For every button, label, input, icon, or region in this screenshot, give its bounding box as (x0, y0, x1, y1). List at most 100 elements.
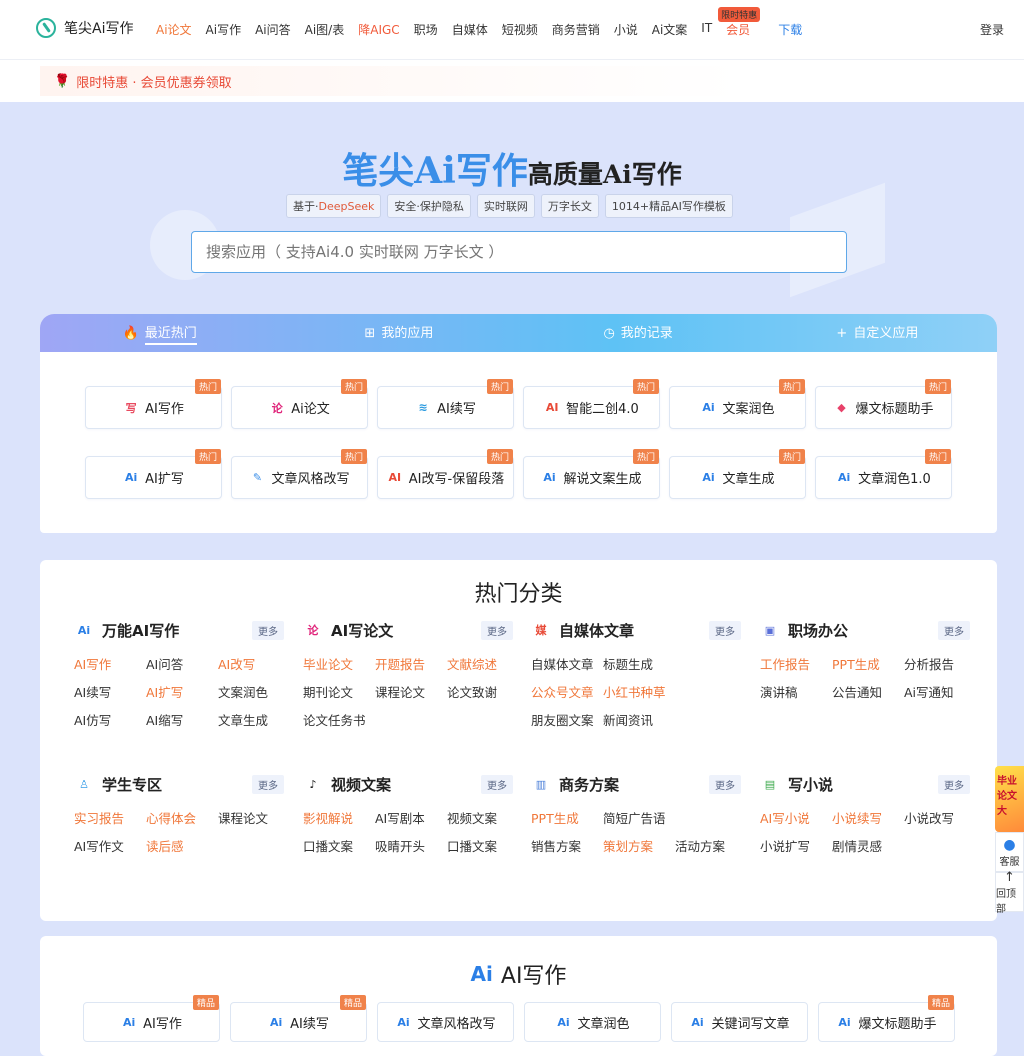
nav-item[interactable]: Ai文案 (652, 21, 688, 38)
app-card[interactable]: Ai 文章生成 热门 (669, 449, 806, 499)
category-title[interactable]: 视频文案 (331, 774, 391, 795)
customer-service-button[interactable]: ● 客服 (995, 832, 1024, 872)
category-link[interactable]: AI缩写 (146, 710, 218, 729)
nav-item[interactable]: Ai问答 (255, 21, 291, 38)
category-link[interactable]: 心得体会 (146, 808, 218, 827)
category-link[interactable]: 开题报告 (375, 654, 447, 673)
nav-item[interactable]: 小说 (614, 21, 638, 38)
category-link[interactable]: 期刊论文 (303, 682, 375, 701)
nav-item[interactable]: IT (701, 21, 712, 38)
app-card[interactable]: ≋ AI续写 热门 (377, 379, 514, 429)
category-link[interactable]: AI写小说 (760, 808, 832, 827)
nav-item[interactable]: 会员 (726, 23, 750, 37)
category-link[interactable]: 课程论文 (375, 682, 447, 701)
category-link[interactable]: 小说改写 (904, 808, 976, 827)
app-card[interactable]: Ai 关键词写文章 (671, 1002, 808, 1042)
category-title[interactable]: AI写论文 (331, 620, 393, 641)
category-link[interactable]: 小红书种草 (603, 682, 675, 701)
nav-item[interactable]: 降AIGC (358, 21, 399, 38)
category-link[interactable]: 论文任务书 (303, 710, 375, 729)
app-card[interactable]: 论 Ai论文 热门 (231, 379, 368, 429)
tab-grid[interactable]: ⊞ 我的应用 (279, 314, 518, 352)
app-card[interactable]: Ai 爆文标题助手 精品 (818, 995, 955, 1042)
app-card[interactable]: ✎ 文章风格改写 热门 (231, 449, 368, 499)
more-button[interactable]: 更多 (938, 775, 970, 794)
category-link[interactable]: 策划方案 (603, 836, 675, 855)
app-card[interactable]: AI 智能二创4.0 热门 (523, 379, 660, 429)
nav-item[interactable]: 短视频 (502, 21, 538, 38)
category-link[interactable]: 分析报告 (904, 654, 976, 673)
app-card[interactable]: Ai 文章风格改写 (377, 1002, 514, 1042)
vip-nav-wrap[interactable]: 限时特惠 会员 (718, 7, 764, 38)
category-title[interactable]: 自媒体文章 (559, 620, 634, 641)
category-link[interactable]: AI续写 (74, 682, 146, 701)
nav-item[interactable]: 下载 (778, 21, 802, 38)
search-input[interactable] (192, 232, 846, 272)
category-link[interactable]: AI扩写 (146, 682, 218, 701)
app-card[interactable]: AI AI改写-保留段落 热门 (377, 449, 514, 499)
nav-item[interactable]: 商务营销 (552, 21, 600, 38)
back-to-top-button[interactable]: ↑ 回顶部 (995, 870, 1024, 915)
category-link[interactable]: 口播文案 (303, 836, 375, 855)
category-link[interactable]: 剧情灵感 (832, 836, 904, 855)
more-button[interactable]: 更多 (252, 621, 284, 640)
more-button[interactable]: 更多 (481, 775, 513, 794)
category-link[interactable]: PPT生成 (832, 654, 904, 673)
category-link[interactable]: 简短广告语 (603, 808, 675, 827)
category-link[interactable]: 读后感 (146, 836, 218, 855)
app-card[interactable]: Ai 文章润色 (524, 1002, 661, 1042)
category-link[interactable]: 公告通知 (832, 682, 904, 701)
category-link[interactable]: 小说续写 (832, 808, 904, 827)
nav-item[interactable]: 自媒体 (452, 21, 488, 38)
category-link[interactable]: 朋友圈文案 (531, 710, 603, 729)
category-link[interactable]: 新闻资讯 (603, 710, 675, 729)
app-card[interactable]: ◆ 爆文标题助手 热门 (815, 379, 952, 429)
category-title[interactable]: 万能AI写作 (102, 620, 179, 641)
app-card[interactable]: 写 AI写作 热门 (85, 379, 222, 429)
tab-clock[interactable]: ◷ 我的记录 (519, 314, 758, 352)
category-link[interactable]: 公众号文章 (531, 682, 603, 701)
category-link[interactable]: 实习报告 (74, 808, 146, 827)
category-link[interactable]: AI写剧本 (375, 808, 447, 827)
category-link[interactable]: 活动方案 (675, 836, 747, 855)
app-card[interactable]: Ai 解说文案生成 热门 (523, 449, 660, 499)
tab-fire[interactable]: 🔥 最近热门 (40, 314, 279, 352)
category-link[interactable]: 标题生成 (603, 654, 675, 673)
category-link[interactable]: 自媒体文章 (531, 654, 603, 673)
app-card[interactable]: Ai AI续写 精品 (230, 995, 367, 1042)
tab-plus[interactable]: + 自定义应用 (758, 314, 997, 352)
category-link[interactable]: AI写作文 (74, 836, 146, 855)
nav-item[interactable]: Ai论文 (156, 21, 192, 38)
app-card[interactable]: Ai 文章润色1.0 热门 (815, 449, 952, 499)
login-link[interactable]: 登录 (980, 21, 1004, 38)
category-link[interactable]: 演讲稿 (760, 682, 832, 701)
category-link[interactable]: 口播文案 (447, 836, 519, 855)
logo[interactable]: 笔尖Ai写作 (36, 18, 133, 38)
category-title[interactable]: 商务方案 (559, 774, 619, 795)
category-link[interactable]: 小说扩写 (760, 836, 832, 855)
app-card[interactable]: Ai AI写作 精品 (83, 995, 220, 1042)
category-link[interactable]: 影视解说 (303, 808, 375, 827)
category-link[interactable]: 文案润色 (218, 682, 290, 701)
category-link[interactable]: 视频文案 (447, 808, 519, 827)
category-title[interactable]: 写小说 (788, 774, 833, 795)
category-link[interactable]: 课程论文 (218, 808, 290, 827)
more-button[interactable]: 更多 (481, 621, 513, 640)
graduation-ad[interactable]: 毕业论文 大 (995, 766, 1024, 832)
category-link[interactable]: AI写作 (74, 654, 146, 673)
promo-banner[interactable]: 🌹 限时特惠 · 会员优惠券领取 (40, 66, 820, 96)
category-link[interactable]: 论文致谢 (447, 682, 519, 701)
nav-item[interactable]: Ai图/表 (305, 21, 345, 38)
category-title[interactable]: 职场办公 (788, 620, 848, 641)
more-button[interactable]: 更多 (252, 775, 284, 794)
category-link[interactable]: 文章生成 (218, 710, 290, 729)
more-button[interactable]: 更多 (709, 621, 741, 640)
category-link[interactable]: AI改写 (218, 654, 290, 673)
category-link[interactable]: 销售方案 (531, 836, 603, 855)
nav-item[interactable]: 职场 (414, 21, 438, 38)
category-link[interactable]: PPT生成 (531, 808, 603, 827)
category-link[interactable]: AI问答 (146, 654, 218, 673)
category-link[interactable]: 吸睛开头 (375, 836, 447, 855)
app-card[interactable]: Ai 文案润色 热门 (669, 379, 806, 429)
category-link[interactable]: Ai写通知 (904, 682, 976, 701)
